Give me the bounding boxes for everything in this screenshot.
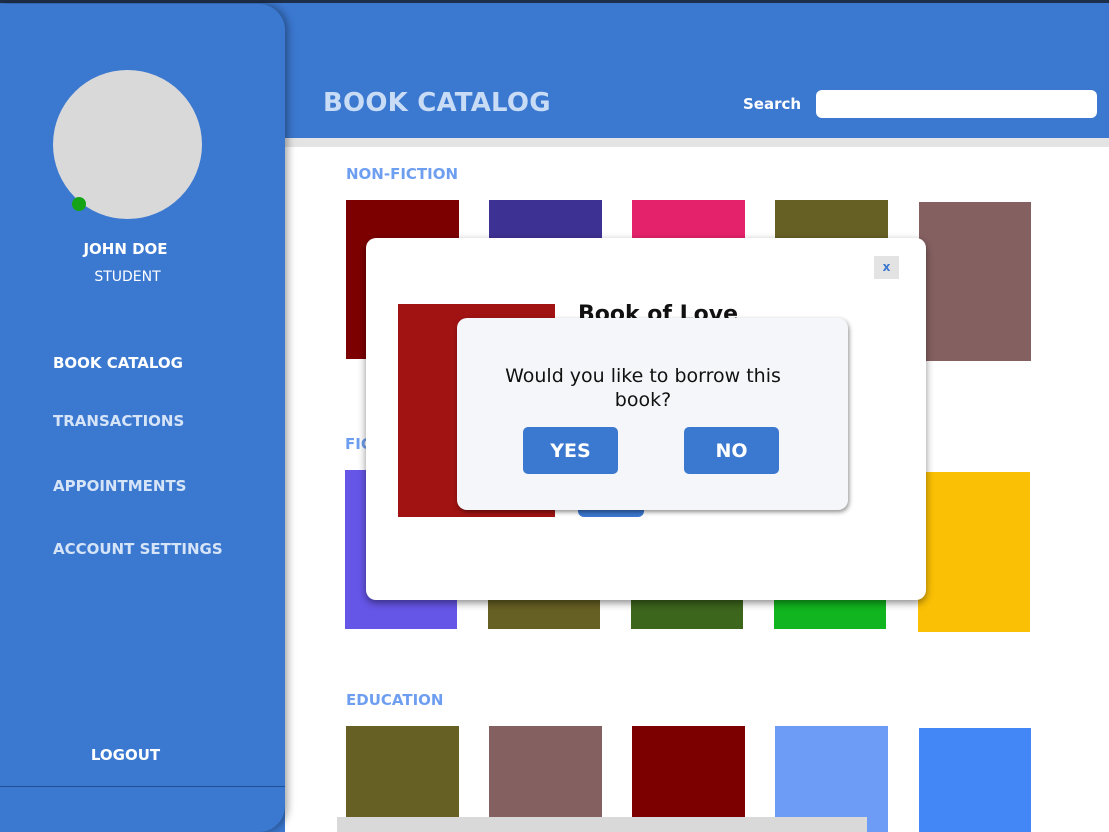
search-input[interactable]: [816, 90, 1097, 118]
borrow-confirm-dialog: [457, 318, 848, 510]
divider: [0, 786, 285, 787]
book-cover[interactable]: [918, 472, 1030, 632]
nav-transactions[interactable]: TRANSACTIONS: [53, 412, 184, 430]
logout-button[interactable]: LOGOUT: [0, 746, 251, 764]
section-title-non-fiction: NON-FICTION: [346, 165, 459, 183]
search-label: Search: [743, 95, 802, 113]
user-name: JOHN DOE: [83, 240, 168, 258]
confirm-message: Would you like to borrow this book?: [505, 365, 781, 411]
nav-appointments[interactable]: APPOINTMENTS: [53, 477, 186, 495]
sidebar: JOHN DOE STUDENT BOOK CATALOG TRANSACTIO…: [0, 4, 285, 832]
horizontal-scrollbar[interactable]: [337, 817, 867, 832]
nav-book-catalog[interactable]: BOOK CATALOG: [53, 354, 183, 372]
online-status-icon: [72, 197, 86, 211]
page-title: BOOK CATALOG: [323, 88, 551, 118]
no-button[interactable]: NO: [684, 427, 779, 474]
window-top-strip: [0, 0, 1109, 3]
book-cover[interactable]: [919, 728, 1031, 832]
yes-button[interactable]: YES: [523, 427, 618, 474]
book-cover[interactable]: [919, 202, 1031, 361]
nav-account-settings[interactable]: ACCOUNT SETTINGS: [53, 540, 223, 558]
close-button[interactable]: x: [874, 256, 899, 279]
user-role: STUDENT: [94, 269, 161, 285]
section-title-education: EDUCATION: [346, 691, 444, 709]
